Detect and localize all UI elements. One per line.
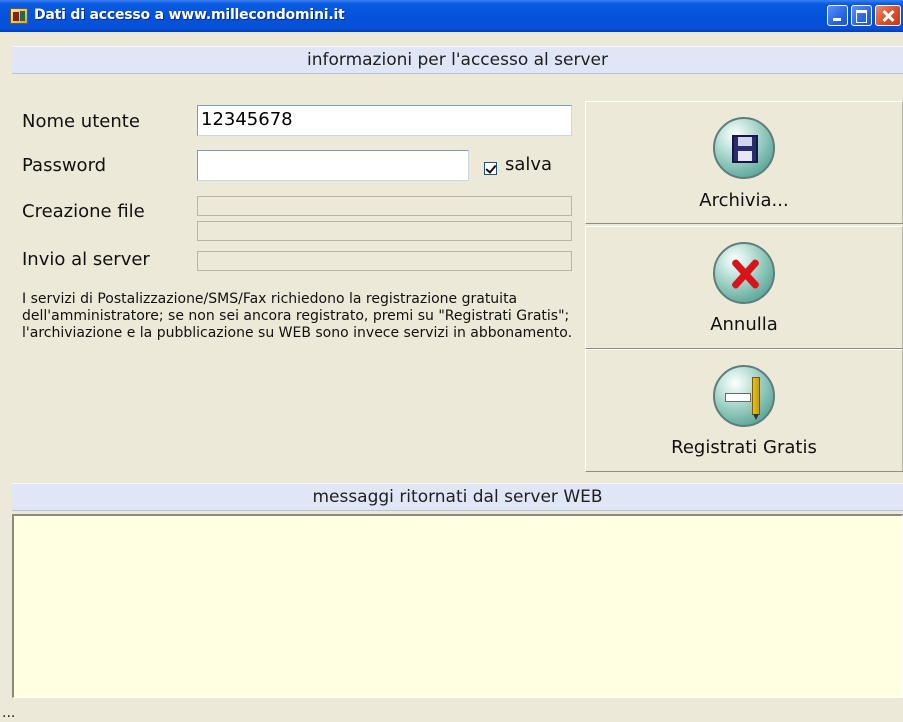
username-field[interactable]: 12345678	[197, 105, 572, 136]
minimize-button[interactable]	[827, 5, 848, 26]
server-messages-section-header: messaggi ritornati dal server WEB	[12, 483, 903, 511]
cancel-button-label: Annulla	[710, 314, 778, 335]
floppy-glyph	[732, 135, 758, 163]
register-bar-glyph	[725, 393, 751, 402]
registration-info-text: I servizi di Postalizzazione/SMS/Fax ric…	[22, 291, 573, 341]
save-password-label[interactable]: salva	[505, 154, 552, 175]
status-bar: ...	[0, 698, 903, 722]
pen-glyph	[752, 377, 760, 420]
password-field[interactable]	[197, 150, 469, 181]
save-password-checkbox[interactable]	[484, 162, 497, 175]
archive-button[interactable]: Archivia...	[585, 101, 903, 224]
register-free-button[interactable]: Registrati Gratis	[585, 349, 903, 472]
file-creation-label: Creazione file	[22, 201, 145, 222]
server-messages-area[interactable]	[12, 514, 903, 698]
server-send-label: Invio al server	[22, 249, 150, 270]
cancel-button[interactable]: Annulla	[585, 226, 903, 349]
server-access-section-header: informazioni per l'accesso al server	[12, 46, 903, 74]
app-icon[interactable]	[10, 8, 28, 24]
title-bar[interactable]: Dati di accesso a www.millecondomini.it	[0, 0, 903, 32]
password-label: Password	[22, 155, 107, 176]
login-dialog-window: Dati di accesso a www.millecondomini.it …	[0, 0, 903, 722]
archive-button-label: Archivia...	[699, 190, 789, 211]
window-title: Dati di accesso a www.millecondomini.it	[34, 7, 345, 23]
floppy-disk-icon	[713, 117, 775, 179]
file-creation-progress-bar-secondary	[197, 221, 572, 241]
file-creation-progress-bar	[197, 196, 572, 216]
pen-register-icon	[713, 365, 775, 427]
window-left-edge	[0, 32, 12, 722]
username-label: Nome utente	[22, 111, 140, 132]
red-x-icon	[713, 242, 775, 304]
close-button[interactable]	[875, 5, 901, 26]
register-free-button-label: Registrati Gratis	[671, 437, 817, 458]
server-send-progress-bar	[197, 251, 572, 271]
maximize-button[interactable]	[851, 5, 872, 26]
